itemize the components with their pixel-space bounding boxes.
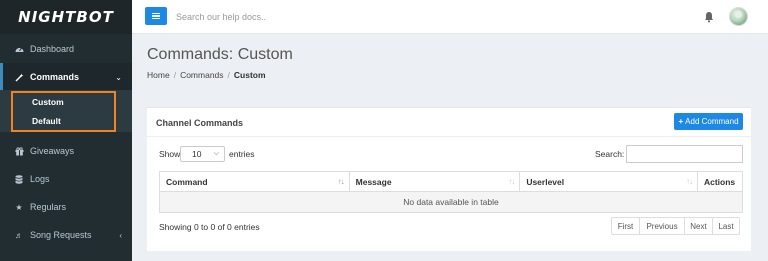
search-label: Search: bbox=[595, 149, 625, 159]
user-avatar[interactable] bbox=[729, 7, 748, 26]
sidebar-item-label: Song Requests bbox=[30, 230, 92, 240]
sidebar-item-giveaways[interactable]: Giveaways bbox=[0, 137, 132, 165]
brand-name: NIGHTBOT bbox=[18, 8, 114, 26]
breadcrumb-home[interactable]: Home bbox=[147, 70, 170, 80]
sort-icon: ↑↓ bbox=[508, 177, 515, 186]
star-icon: ★ bbox=[15, 202, 23, 212]
show-label: Show bbox=[159, 149, 181, 159]
plus-icon: + bbox=[678, 117, 684, 126]
menu-toggle-button[interactable] bbox=[145, 7, 167, 25]
bell-icon[interactable] bbox=[704, 11, 714, 23]
highlight-annotation bbox=[11, 91, 116, 132]
breadcrumb: Home / Commands / Custom bbox=[147, 70, 266, 80]
database-icon bbox=[14, 174, 24, 184]
card-title: Channel Commands bbox=[156, 118, 244, 128]
chevron-down-icon: ⌄ bbox=[115, 72, 122, 82]
breadcrumb-current: Custom bbox=[233, 70, 266, 80]
commands-table: Command ↑↓ Message ↑↓ Userlevel ↑↓ Actions … bbox=[159, 171, 744, 213]
add-command-label: Add Command bbox=[685, 117, 739, 126]
help-search-input[interactable] bbox=[176, 10, 356, 24]
gift-icon bbox=[14, 146, 24, 156]
chevron-down-icon: ⌵ bbox=[213, 150, 219, 157]
page-title: Commands: Custom bbox=[147, 46, 293, 63]
pager-previous-button[interactable]: Previous bbox=[640, 218, 685, 234]
pagination: First Previous Next Last bbox=[611, 217, 740, 235]
channel-commands-card: Channel Commands + Add Command Show 10 ⌵ … bbox=[147, 107, 751, 251]
table-info: Showing 0 to 0 of 0 entries bbox=[159, 222, 260, 232]
divider bbox=[147, 136, 751, 137]
tachometer-icon bbox=[14, 45, 24, 53]
column-header-actions: Actions bbox=[696, 171, 744, 192]
sidebar-item-label: Regulars bbox=[30, 202, 67, 212]
music-icon: ♬ bbox=[15, 230, 23, 240]
hamburger-icon bbox=[152, 13, 160, 19]
sidebar-item-label: Dashboard bbox=[30, 44, 75, 54]
empty-table-message: No data available in table bbox=[159, 191, 743, 213]
column-header-command[interactable]: Command ↑↓ bbox=[159, 171, 350, 192]
pager-next-button[interactable]: Next bbox=[685, 218, 713, 234]
column-header-message[interactable]: Message ↑↓ bbox=[348, 171, 521, 192]
sidebar-item-label: Commands bbox=[30, 72, 80, 82]
top-bar bbox=[132, 0, 768, 34]
sort-icon: ↑↓ bbox=[337, 177, 345, 186]
sidebar-item-label: Giveaways bbox=[30, 146, 75, 156]
chevron-left-icon: ‹ bbox=[119, 230, 122, 240]
magic-wand-icon bbox=[14, 73, 24, 82]
sidebar: NIGHTBOT Dashboard Commands ⌄ Custom Def… bbox=[0, 0, 132, 261]
sidebar-item-commands[interactable]: Commands ⌄ bbox=[0, 63, 132, 91]
column-header-userlevel[interactable]: Userlevel ↑↓ bbox=[519, 171, 698, 192]
pager-first-button[interactable]: First bbox=[612, 218, 640, 234]
table-search-input[interactable] bbox=[626, 145, 743, 163]
entries-per-page-value: 10 bbox=[192, 149, 202, 159]
sort-icon: ↑↓ bbox=[685, 177, 693, 186]
sidebar-item-song-requests[interactable]: ♬ Song Requests ‹ bbox=[0, 221, 132, 249]
sidebar-item-dashboard[interactable]: Dashboard bbox=[0, 35, 132, 63]
table-row: No data available in table bbox=[159, 191, 743, 213]
entries-label: entries bbox=[229, 149, 255, 159]
entries-per-page-select[interactable]: 10 ⌵ bbox=[180, 146, 225, 162]
breadcrumb-commands[interactable]: Commands bbox=[180, 70, 223, 80]
pager-last-button[interactable]: Last bbox=[713, 218, 739, 234]
sidebar-item-regulars[interactable]: ★ Regulars bbox=[0, 193, 132, 221]
nightbot-logo[interactable]: NIGHTBOT bbox=[0, 0, 132, 34]
sidebar-item-label: Logs bbox=[30, 174, 50, 184]
sidebar-item-logs[interactable]: Logs bbox=[0, 165, 132, 193]
add-command-button[interactable]: + Add Command bbox=[674, 113, 743, 130]
